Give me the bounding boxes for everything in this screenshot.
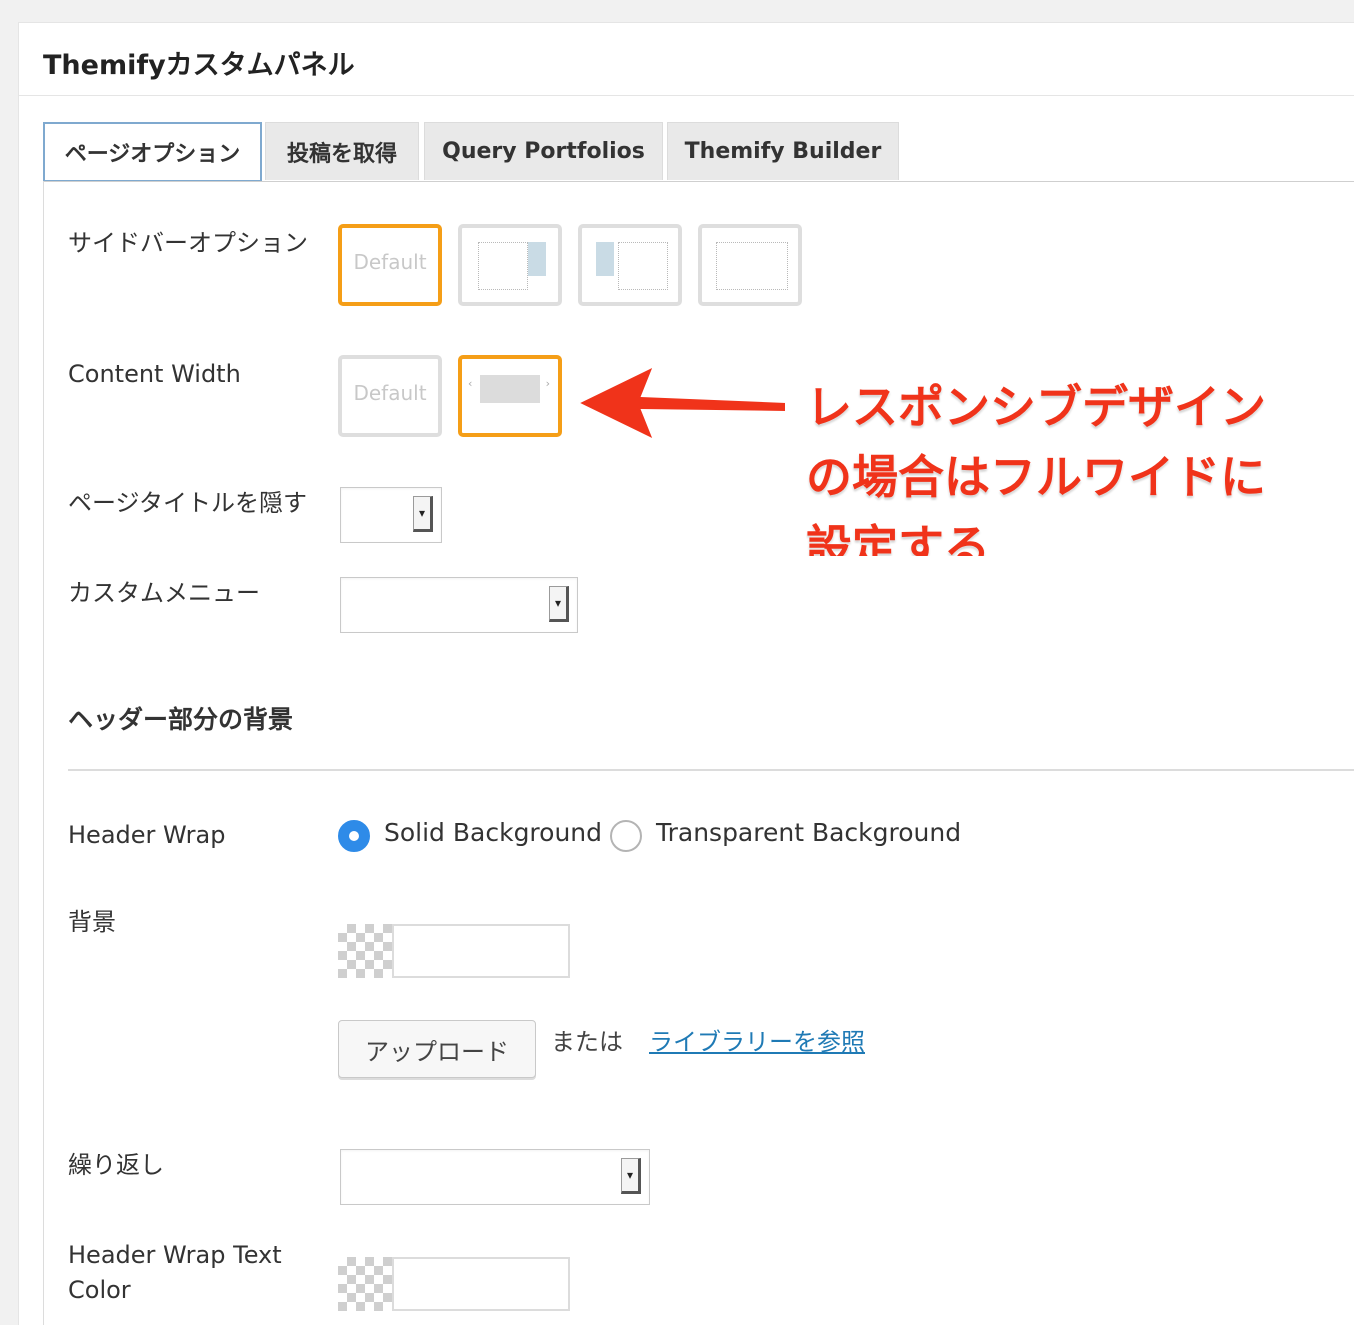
upload-button[interactable]: アップロード	[338, 1020, 536, 1078]
solid-background-label: Solid Background	[384, 818, 603, 847]
background-color-input[interactable]	[392, 924, 570, 978]
header-text-color-input[interactable]	[392, 1257, 570, 1311]
content-width-label: Content Width	[68, 360, 241, 388]
annotation-line-3: 設定する	[806, 520, 990, 556]
tab-bar: ページオプション 投稿を取得 Query Portfolios Themify …	[43, 122, 1354, 183]
title-divider	[19, 95, 1354, 96]
transparent-background-label: Transparent Background	[656, 818, 962, 847]
repeat-label: 繰り返し	[68, 1151, 164, 1179]
dropdown-arrow-icon: ▾	[549, 586, 569, 622]
sidebar-layout-left[interactable]	[578, 224, 682, 306]
header-text-color-label: Header Wrap Text Color	[68, 1238, 282, 1308]
tabs-divider	[43, 181, 1354, 182]
transparent-background-radio[interactable]	[610, 820, 642, 852]
custom-menu-select[interactable]: ▾	[340, 577, 578, 633]
header-background-heading: ヘッダー部分の背景	[68, 705, 294, 734]
or-text: または	[551, 1028, 623, 1056]
panel-title: Themifyカスタムパネル	[43, 50, 355, 81]
hide-page-title-select[interactable]: ▾	[340, 487, 442, 543]
browse-library-link[interactable]: ライブラリーを参照	[649, 1022, 865, 1057]
header-wrap-label: Header Wrap	[68, 821, 226, 849]
layout-content-area	[478, 242, 528, 290]
callout-arrow-icon	[575, 363, 787, 443]
solid-background-radio[interactable]	[338, 820, 370, 852]
header-text-color-label-line2: Color	[68, 1276, 131, 1304]
fullwidth-block	[480, 375, 540, 403]
header-text-color-label-line1: Header Wrap Text	[68, 1241, 282, 1269]
custom-panel: Themifyカスタムパネル ページオプション 投稿を取得 Query Port…	[18, 22, 1354, 1325]
chevron-left-icon: ‹	[468, 377, 473, 390]
tab-query-portfolios[interactable]: Query Portfolios	[424, 122, 663, 180]
content-width-default-text: Default	[353, 381, 427, 405]
content-border	[43, 181, 44, 1325]
tab-get-posts[interactable]: 投稿を取得	[265, 122, 419, 180]
hide-page-title-label: ページタイトルを隠す	[68, 489, 308, 517]
annotation-callout: レスポンシブデザイン の場合はフルワイドに 設定する	[806, 372, 1306, 556]
annotation-line-1: レスポンシブデザイン	[806, 380, 1266, 434]
chevron-right-icon: ›	[545, 377, 550, 390]
sidebar-layout-default[interactable]: Default	[338, 224, 442, 306]
content-width-fullwidth[interactable]: ‹ ›	[458, 355, 562, 437]
tab-themify-builder[interactable]: Themify Builder	[667, 122, 899, 180]
content-width-default[interactable]: Default	[338, 355, 442, 437]
custom-menu-label: カスタムメニュー	[68, 579, 260, 607]
sidebar-option-label: サイドバーオプション	[68, 229, 308, 257]
header-text-color-swatch[interactable]	[338, 1257, 392, 1311]
background-label: 背景	[68, 908, 116, 936]
section-divider	[68, 769, 1354, 771]
sidebar-default-text: Default	[353, 250, 427, 274]
annotation-line-2: の場合はフルワイドに	[806, 450, 1266, 504]
tab-page-options[interactable]: ページオプション	[43, 122, 262, 182]
layout-sidebar-block	[528, 242, 546, 276]
layout-content-area	[618, 242, 668, 290]
dropdown-arrow-icon: ▾	[621, 1158, 641, 1194]
layout-sidebar-block	[596, 242, 614, 276]
sidebar-layout-none[interactable]	[698, 224, 802, 306]
repeat-select[interactable]: ▾	[340, 1149, 650, 1205]
sidebar-layout-right[interactable]	[458, 224, 562, 306]
dropdown-arrow-icon: ▾	[413, 496, 433, 532]
background-color-swatch[interactable]	[338, 924, 392, 978]
layout-content-area	[716, 242, 788, 290]
